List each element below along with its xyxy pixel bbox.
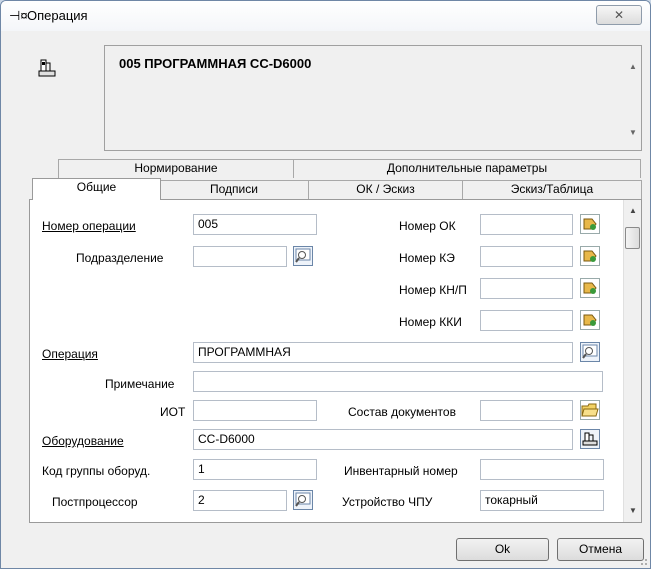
group-code-label: Код группы оборуд. [42,464,151,478]
scroll-down-icon[interactable]: ▼ [629,128,637,137]
scroll-down-icon[interactable]: ▼ [629,506,637,515]
ke-number-input[interactable] [480,246,573,267]
tab-label: ОК / Эскиз [356,182,415,196]
tab-extra-params[interactable]: Дополнительные параметры [293,159,641,178]
operation-header-text: 005 ПРОГРАММНАЯ СС-D6000 [119,56,312,71]
cnc-input[interactable]: токарный [480,490,604,511]
group-code-input[interactable]: 1 [193,459,317,480]
tab-normirovanie[interactable]: Нормирование [58,159,294,178]
ok-number-input[interactable] [480,214,573,235]
cancel-button[interactable]: Отмена [557,538,644,561]
postprocessor-input[interactable]: 2 [193,490,287,511]
tab-label: Нормирование [134,161,218,175]
op-number-input[interactable]: 005 [193,214,317,235]
operation-header-box: 005 ПРОГРАММНАЯ СС-D6000 ▲ ▼ [104,45,642,151]
note-input[interactable] [193,371,603,392]
tab-label: Дополнительные параметры [386,161,548,175]
knp-number-input[interactable] [480,278,573,299]
tab-general[interactable]: Общие [32,178,161,200]
equipment-machine-icon[interactable] [580,429,600,449]
general-tab-panel: Номер операции 005 Номер ОК Подразделени… [29,199,642,523]
knp-number-lookup-icon[interactable] [580,278,600,298]
inventory-label: Инвентарный номер [344,464,458,478]
tab-label: Общие [76,180,117,194]
tab-ok-sketch[interactable]: ОК / Эскиз [308,180,463,199]
ok-number-lookup-icon[interactable] [580,214,600,234]
pin-icon: ⊣¤ [9,8,28,23]
header-scrollbar[interactable]: ▲ ▼ [627,52,639,146]
ok-number-label: Номер ОК [399,219,456,233]
operation-dialog: ⊣¤ Операция ✕ 005 ПРОГРАММНАЯ СС-D6000 ▲… [0,0,651,569]
postprocessor-label: Постпроцессор [52,495,138,509]
operation-search-icon[interactable] [580,342,600,362]
operation-label: Операция [42,347,98,361]
operation-icon [38,59,56,77]
iot-input[interactable] [193,400,317,421]
ok-button[interactable]: Ok [456,538,549,561]
scrollbar-thumb[interactable] [625,227,640,249]
knp-number-label: Номер КН/П [399,283,467,297]
postprocessor-search-icon[interactable] [293,490,313,510]
subdivision-label: Подразделение [76,251,164,265]
op-number-label: Номер операции [42,219,136,233]
scroll-up-icon[interactable]: ▲ [629,62,637,71]
equipment-input[interactable]: СС-D6000 [193,429,573,450]
inventory-input[interactable] [480,459,604,480]
form-scrollbar[interactable]: ▲ ▼ [623,200,641,522]
subdivision-input[interactable] [193,246,287,267]
note-label: Примечание [105,377,175,391]
ke-number-lookup-icon[interactable] [580,246,600,266]
folder-icon[interactable] [580,400,600,420]
title-bar[interactable]: ⊣¤ Операция ✕ [1,1,650,31]
ke-number-label: Номер КЭ [399,251,455,265]
kki-number-lookup-icon[interactable] [580,310,600,330]
cnc-label: Устройство ЧПУ [342,495,433,509]
close-icon: ✕ [613,8,625,22]
tab-signatures[interactable]: Подписи [159,180,309,199]
docs-label: Состав документов [348,405,456,419]
operation-input[interactable]: ПРОГРАММНАЯ [193,342,573,363]
resize-grip-icon[interactable] [638,556,648,566]
kki-number-input[interactable] [480,310,573,331]
close-button[interactable]: ✕ [596,5,642,25]
equipment-label: Оборудование [42,434,124,448]
window-title: Операция [27,8,88,23]
subdivision-search-icon[interactable] [293,246,313,266]
tab-label: Подписи [210,182,258,196]
scroll-up-icon[interactable]: ▲ [629,206,637,215]
docs-input[interactable] [480,400,573,421]
iot-label: ИОТ [160,405,186,419]
kki-number-label: Номер ККИ [399,315,462,329]
tab-label: Эскиз/Таблица [510,182,594,196]
tab-sketch-table[interactable]: Эскиз/Таблица [462,180,642,199]
